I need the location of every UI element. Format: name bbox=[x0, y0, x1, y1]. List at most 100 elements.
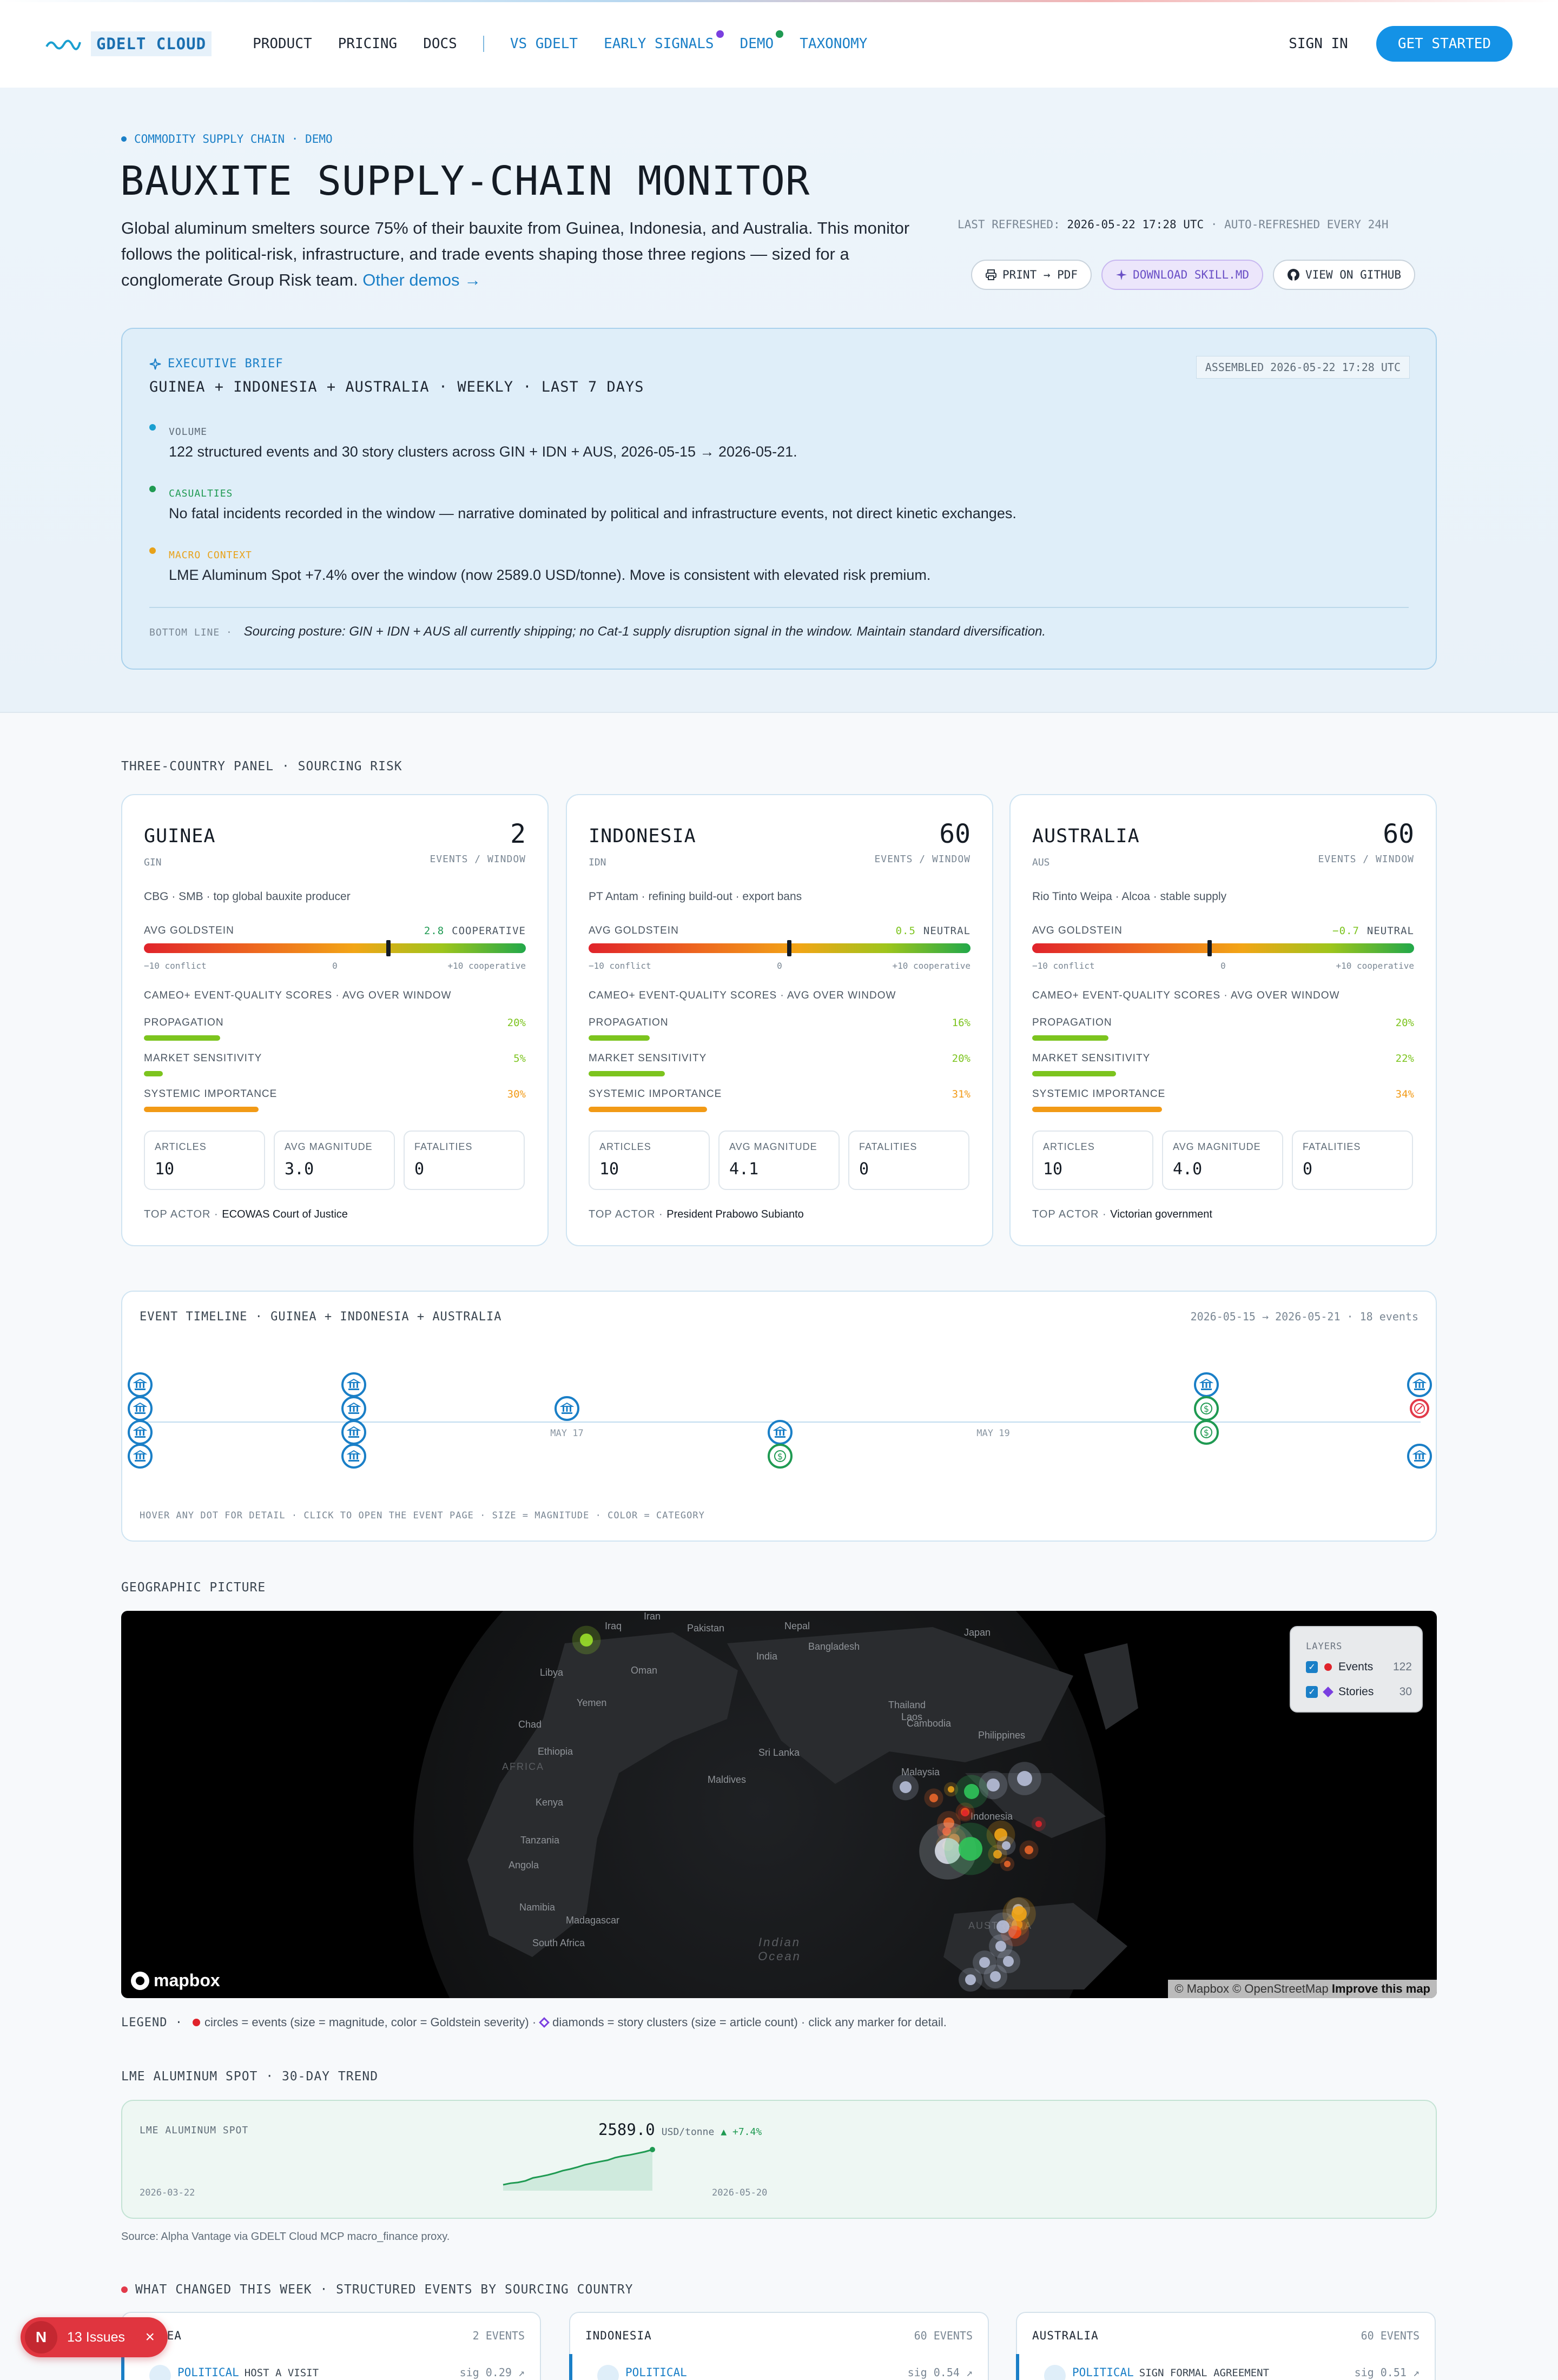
event-marker[interactable] bbox=[965, 1974, 976, 1985]
bank-icon bbox=[1412, 1378, 1427, 1390]
nav-vs-gdelt[interactable]: VS GDELT bbox=[510, 36, 578, 52]
stat-value: 3.0 bbox=[285, 1160, 314, 1179]
economic-event-dot[interactable]: $ bbox=[1194, 1396, 1219, 1421]
top-actor-name[interactable]: President Prabowo Subianto bbox=[666, 1208, 804, 1220]
event-marker[interactable] bbox=[1002, 1841, 1011, 1850]
sign-in-link[interactable]: SIGN IN bbox=[1289, 36, 1348, 52]
attribution-text[interactable]: © Mapbox © OpenStreetMap bbox=[1174, 1982, 1328, 1995]
political-event-dot[interactable] bbox=[1194, 1372, 1219, 1397]
political-event-dot[interactable] bbox=[341, 1420, 366, 1445]
political-event-dot[interactable] bbox=[128, 1444, 153, 1469]
political-event-dot[interactable] bbox=[768, 1420, 793, 1445]
country-card-aus[interactable]: AUSTRALIA AUS 60 EVENTS / WINDOW Rio Tin… bbox=[1009, 794, 1437, 1246]
political-event-dot[interactable] bbox=[341, 1372, 366, 1397]
layer-name: Events bbox=[1338, 1661, 1374, 1673]
sparkle-icon bbox=[1116, 269, 1127, 280]
issues-badge[interactable]: N 13 Issues × bbox=[21, 2317, 168, 2357]
checkbox-icon[interactable]: ✓ bbox=[1306, 1661, 1318, 1673]
event-marker[interactable] bbox=[990, 1971, 1001, 1982]
event-marker[interactable] bbox=[1025, 1846, 1033, 1854]
download-skill-button[interactable]: DOWNLOAD SKILL.MD bbox=[1101, 260, 1264, 290]
event-marker[interactable] bbox=[962, 1810, 968, 1816]
issues-count[interactable]: 13 Issues bbox=[67, 2330, 125, 2345]
nav-taxonomy[interactable]: TAXONOMY bbox=[800, 36, 867, 52]
political-event-dot[interactable] bbox=[1407, 1372, 1432, 1397]
political-event-dot[interactable] bbox=[128, 1372, 153, 1397]
bank-icon bbox=[347, 1426, 361, 1438]
map-attribution[interactable]: © Mapbox © OpenStreetMap Improve this ma… bbox=[1168, 1980, 1437, 1998]
score-bar bbox=[1032, 1071, 1117, 1076]
score-bar bbox=[1032, 1035, 1109, 1041]
timeline-range: 2026-05-15 → 2026-05-21 · 18 events bbox=[1190, 1310, 1418, 1323]
political-event-dot[interactable] bbox=[341, 1396, 366, 1421]
event-marker[interactable] bbox=[979, 1957, 990, 1968]
layer-stories-toggle[interactable]: ✓ Stories 30 bbox=[1306, 1685, 1412, 1698]
change-card-count: 2 EVENTS bbox=[472, 2329, 525, 2342]
lme-last-point[interactable] bbox=[650, 2147, 655, 2152]
change-event-category[interactable]: POLITICAL SIGN FORMAL AGREEMENT bbox=[1072, 2366, 1269, 2379]
political-event-dot[interactable] bbox=[554, 1396, 579, 1421]
change-event-signal[interactable]: sig 0.54 ↗ bbox=[908, 2366, 973, 2379]
score-bar bbox=[589, 1071, 665, 1076]
event-marker[interactable] bbox=[1017, 1771, 1032, 1786]
nav-docs[interactable]: DOCS bbox=[423, 36, 457, 52]
change-event-category[interactable]: POLITICAL bbox=[625, 2366, 692, 2379]
get-started-button[interactable]: GET STARTED bbox=[1376, 26, 1513, 62]
view-github-button[interactable]: VIEW ON GITHUB bbox=[1273, 260, 1416, 290]
event-marker[interactable] bbox=[1004, 1861, 1011, 1867]
event-marker[interactable] bbox=[900, 1781, 912, 1793]
change-event-category[interactable]: POLITICAL HOST A VISIT bbox=[177, 2366, 319, 2379]
event-marker[interactable] bbox=[948, 1786, 954, 1793]
change-event-signal[interactable]: sig 0.29 ↗ bbox=[460, 2366, 525, 2379]
event-marker[interactable] bbox=[964, 1784, 979, 1799]
country-card-gin[interactable]: GUINEA GIN 2 EVENTS / WINDOW CBG · SMB ·… bbox=[121, 794, 549, 1246]
score-label: SYSTEMIC IMPORTANCE bbox=[589, 1088, 722, 1100]
nav-pricing[interactable]: PRICING bbox=[338, 36, 398, 52]
page-title: BAUXITE SUPPLY-CHAIN MONITOR bbox=[120, 158, 810, 204]
nav-early-signals[interactable]: EARLY SIGNALS bbox=[604, 30, 724, 52]
improve-map-link[interactable]: Improve this map bbox=[1332, 1982, 1430, 1995]
print-pdf-button[interactable]: PRINT → PDF bbox=[971, 260, 1092, 290]
close-icon[interactable]: × bbox=[145, 2328, 155, 2346]
geographic-map[interactable]: Iraq Iran Pakistan Nepal Bangladesh Indi… bbox=[121, 1611, 1437, 1998]
nav-product[interactable]: PRODUCT bbox=[253, 36, 312, 52]
conflict-event-dot[interactable] bbox=[1410, 1399, 1429, 1418]
logo[interactable]: GDELT CLOUD bbox=[45, 31, 212, 56]
political-event-dot[interactable] bbox=[1407, 1444, 1432, 1469]
score-pct: 20% bbox=[952, 1053, 971, 1065]
economic-event-dot[interactable]: $ bbox=[768, 1444, 793, 1469]
event-count-label: EVENTS / WINDOW bbox=[1318, 854, 1414, 865]
event-marker[interactable] bbox=[1003, 1956, 1014, 1967]
score-bar bbox=[144, 1035, 221, 1041]
layer-events-toggle[interactable]: ✓ Events 122 bbox=[1306, 1661, 1412, 1674]
event-marker[interactable] bbox=[580, 1634, 593, 1647]
economic-event-dot[interactable]: $ bbox=[1194, 1420, 1219, 1445]
country-card-idn[interactable]: INDONESIA IDN 60 EVENTS / WINDOW PT Anta… bbox=[566, 794, 993, 1246]
cameo-label: CAMEO+ EVENT-QUALITY SCORES · AVG OVER W… bbox=[589, 990, 896, 1001]
political-event-dot[interactable] bbox=[128, 1396, 153, 1421]
top-actor-name[interactable]: Victorian government bbox=[1110, 1208, 1212, 1220]
event-marker[interactable] bbox=[996, 1920, 1009, 1933]
stat-box: FATALITIES 0 bbox=[1292, 1130, 1413, 1190]
event-marker[interactable] bbox=[929, 1794, 938, 1802]
goldstein-marker bbox=[386, 940, 391, 956]
nav-demo[interactable]: DEMO bbox=[740, 30, 784, 52]
top-actor-name[interactable]: ECOWAS Court of Justice bbox=[222, 1208, 348, 1220]
checkbox-icon[interactable]: ✓ bbox=[1306, 1686, 1318, 1698]
scale-left: −10 conflict bbox=[1032, 961, 1095, 971]
change-event-signal[interactable]: sig 0.51 ↗ bbox=[1355, 2366, 1420, 2379]
country-description: CBG · SMB · top global bauxite producer bbox=[144, 890, 351, 903]
brief-item-label: MACRO CONTEXT bbox=[169, 550, 252, 561]
goldstein-label: AVG GOLDSTEIN bbox=[144, 925, 234, 936]
event-marker[interactable] bbox=[987, 1779, 1000, 1791]
map-markers[interactable] bbox=[121, 1611, 1437, 1998]
mapbox-logo[interactable]: mapbox bbox=[131, 1971, 220, 1991]
political-event-dot[interactable] bbox=[341, 1444, 366, 1469]
political-event-dot[interactable] bbox=[128, 1420, 153, 1445]
event-count: 2 bbox=[510, 819, 526, 849]
event-marker[interactable] bbox=[995, 1941, 1006, 1952]
other-demos-link[interactable]: Other demos → bbox=[362, 270, 481, 289]
event-marker[interactable] bbox=[959, 1837, 982, 1861]
event-marker[interactable] bbox=[1035, 1821, 1042, 1827]
nav-right: SIGN IN GET STARTED bbox=[1289, 26, 1513, 62]
